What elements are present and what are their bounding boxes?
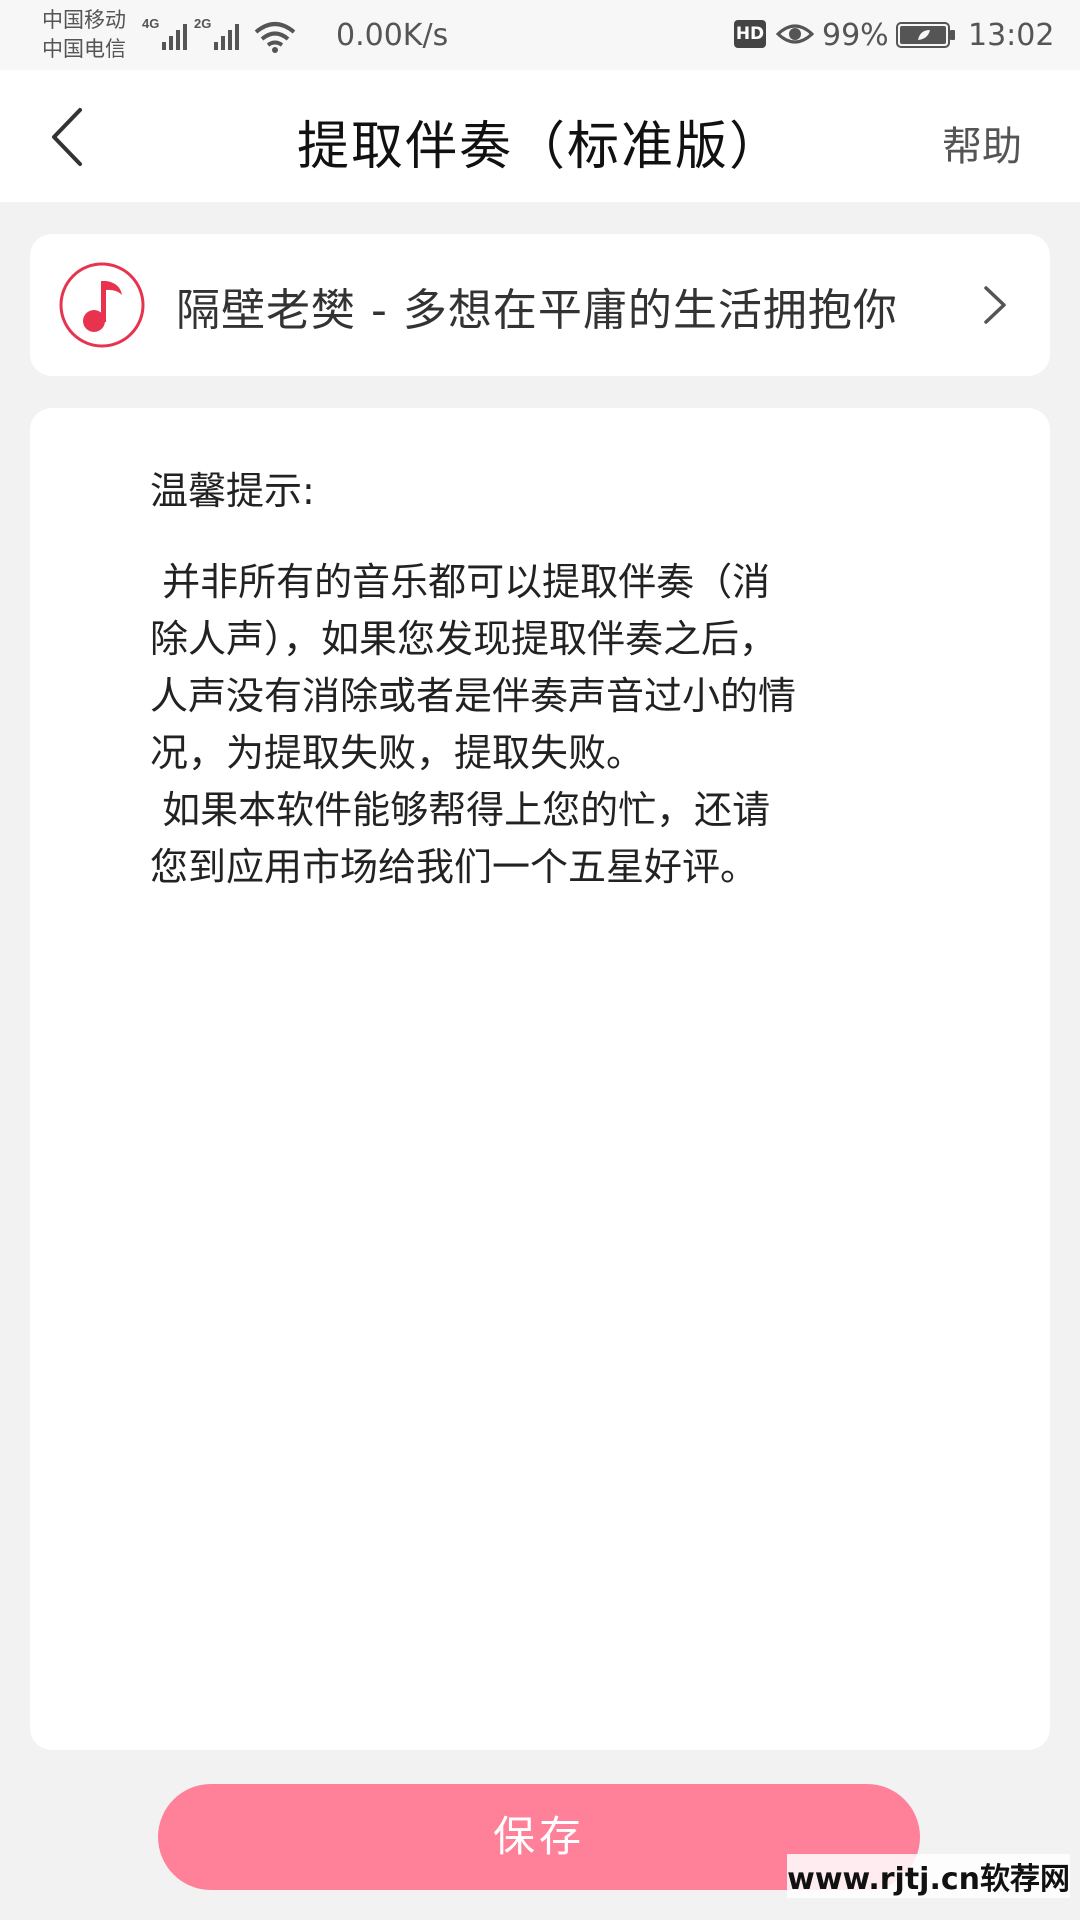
song-title: 隔壁老樊 - 多想在平庸的生活拥抱你 <box>176 285 898 336</box>
page-title: 提取伴奏（标准版） <box>296 117 783 177</box>
net-speed: 0.00K/s <box>336 18 449 53</box>
clock: 13:02 <box>968 18 1055 53</box>
carrier-2: 中国电信 <box>42 37 126 61</box>
eye-comfort-icon <box>776 24 814 44</box>
carrier-1: 中国移动 <box>42 8 126 32</box>
chevron-right-icon <box>984 286 1006 324</box>
signal-bars-1-icon <box>162 24 187 50</box>
carrier-labels: 中国移动 中国电信 <box>42 6 126 64</box>
tips-heading: 温馨提示: <box>150 469 315 513</box>
battery-icon <box>896 22 955 48</box>
help-button[interactable]: 帮助 <box>942 114 1022 172</box>
status-right: HD 99% 13:02 <box>734 14 1054 54</box>
battery-percent: 99% <box>822 18 889 53</box>
signal-1-label: 4G <box>142 16 159 31</box>
app-header: 提取伴奏（标准版） 帮助 <box>0 70 1080 202</box>
signal-wifi-icons: 4G 2G <box>142 16 296 53</box>
screen: 中国移动 中国电信 4G 2G 0.00K/s HD 99% 13:02 提取伴… <box>0 0 1080 1920</box>
hd-icon: HD <box>734 20 766 48</box>
song-selector[interactable]: 隔壁老樊 - 多想在平庸的生活拥抱你 <box>30 234 1050 376</box>
watermark: www.rjtj.cn软荐网 <box>787 1854 1070 1898</box>
wifi-icon <box>254 22 296 47</box>
signal-2-label: 2G <box>194 16 211 31</box>
tips-body: 并非所有的音乐都可以提取伴奏（消 除人声），如果您发现提取伴奏之后， 人声没有消… <box>150 560 797 889</box>
music-note-icon <box>59 262 145 348</box>
signal-bars-2-icon <box>214 24 239 50</box>
status-bar: 中国移动 中国电信 4G 2G 0.00K/s HD 99% 13:02 <box>0 0 1080 70</box>
